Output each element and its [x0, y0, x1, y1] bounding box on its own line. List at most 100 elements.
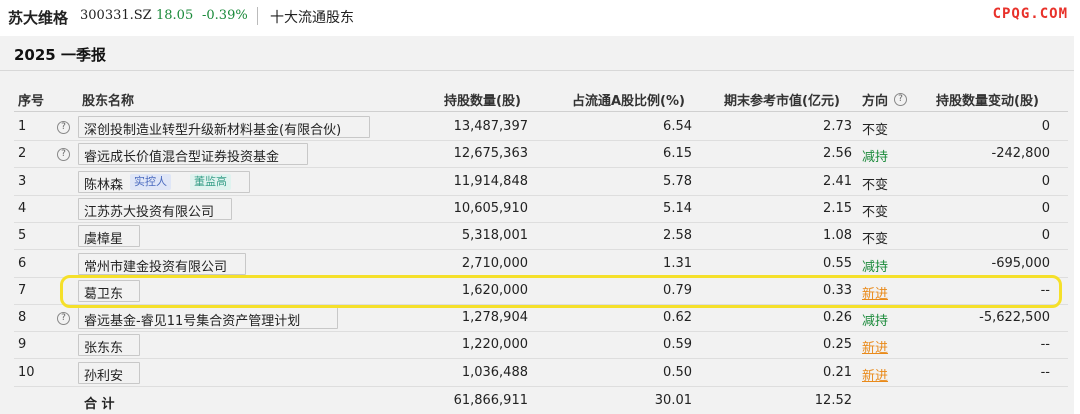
row-index: 9	[18, 337, 27, 352]
total-ratio: 30.01	[654, 393, 692, 408]
row-divider	[14, 249, 1068, 250]
shares-held: 13,487,397	[453, 119, 528, 134]
watermark-logo: CPQG.COM	[976, 3, 1074, 25]
shareholder-name[interactable]: 常州市建金投资有限公司	[84, 256, 227, 275]
total-value: 12.52	[814, 393, 852, 408]
share-change: -242,800	[991, 146, 1050, 161]
holding-direction: 不变	[862, 178, 889, 193]
market-value: 1.08	[823, 228, 852, 243]
market-value: 0.21	[823, 365, 852, 380]
stock-change: -0.39%	[202, 8, 248, 23]
header-divider-line	[14, 111, 1068, 112]
shares-held: 12,675,363	[453, 146, 528, 161]
shareholder-help-icon[interactable]: ?	[57, 148, 70, 161]
row-divider	[14, 140, 1068, 141]
shares-held: 2,710,000	[461, 256, 528, 271]
row-index: 1	[18, 119, 27, 134]
tag-actual-controller: 实控人	[130, 174, 171, 190]
stock-code: 300331.SZ	[80, 8, 152, 23]
market-value: 2.41	[823, 174, 852, 189]
float-ratio: 5.78	[663, 174, 692, 189]
float-ratio: 6.54	[663, 119, 692, 134]
shareholder-name[interactable]: 虞樟星	[84, 228, 123, 247]
holding-direction[interactable]: 新进	[862, 337, 888, 356]
row-index: 6	[18, 256, 27, 271]
market-value: 0.26	[823, 310, 852, 325]
shares-held: 1,278,904	[461, 310, 528, 325]
col-header-ratio[interactable]: 占流通A股比例(%)	[572, 90, 685, 109]
float-ratio: 2.58	[663, 228, 692, 243]
shareholder-name[interactable]: 陈林森	[84, 174, 123, 193]
holding-direction: 减持	[862, 150, 889, 165]
share-change: 0	[1041, 201, 1050, 216]
shares-held: 1,036,488	[461, 365, 528, 380]
shareholder-name[interactable]: 深创投制造业转型升级新材料基金(有限合伙)	[84, 119, 341, 138]
share-change: 0	[1041, 174, 1050, 189]
row-index: 4	[18, 201, 27, 216]
shares-held: 1,220,000	[461, 337, 528, 352]
share-change: --	[1040, 337, 1050, 352]
shares-held: 10,605,910	[453, 201, 528, 216]
float-ratio: 0.59	[663, 337, 692, 352]
watermark-text: CPQG.COM	[992, 6, 1068, 22]
panel-header	[0, 36, 1074, 71]
share-change: -695,000	[991, 256, 1050, 271]
market-value: 0.55	[823, 256, 852, 271]
holding-direction: 不变	[862, 205, 889, 220]
col-header-value[interactable]: 期末参考市值(亿元)	[724, 90, 840, 109]
shareholder-name[interactable]: 江苏苏大投资有限公司	[84, 201, 214, 220]
stock-name: 苏大维格	[8, 9, 69, 27]
holding-direction: 减持	[862, 260, 889, 275]
row-index: 7	[18, 283, 27, 298]
shareholder-name[interactable]: 孙利安	[84, 365, 123, 384]
row-divider	[14, 358, 1068, 359]
row-index: 2	[18, 146, 27, 161]
col-header-change[interactable]: 持股数量变动(股)	[936, 90, 1039, 109]
direction-help-icon[interactable]: ?	[894, 93, 907, 106]
shares-held: 11,914,848	[453, 174, 528, 189]
col-header-name: 股东名称	[82, 94, 135, 109]
shareholder-help-icon[interactable]: ?	[57, 121, 70, 134]
float-ratio: 0.62	[663, 310, 692, 325]
holding-direction: 不变	[862, 232, 889, 247]
share-change: 0	[1041, 119, 1050, 134]
col-header-index: 序号	[18, 94, 45, 109]
shareholder-help-icon[interactable]: ?	[57, 312, 70, 325]
shareholder-name[interactable]: 张东东	[84, 337, 123, 356]
share-change: 0	[1041, 228, 1050, 243]
shares-held: 5,318,001	[461, 228, 528, 243]
col-header-shares[interactable]: 持股数量(股)	[444, 90, 521, 109]
share-change: -5,622,500	[979, 310, 1050, 325]
share-change: --	[1040, 365, 1050, 380]
row-divider	[14, 222, 1068, 223]
report-period-title: 2025 一季报	[14, 46, 106, 64]
market-value: 2.15	[823, 201, 852, 216]
section-title[interactable]: 十大流通股东	[270, 7, 354, 27]
stock-price: 18.05	[156, 8, 194, 23]
row-divider	[14, 167, 1068, 168]
shareholder-name[interactable]: 睿远基金-睿见11号集合资产管理计划	[84, 310, 300, 329]
float-ratio: 0.50	[663, 365, 692, 380]
holding-direction: 不变	[862, 123, 889, 138]
row-index: 5	[18, 228, 27, 243]
float-ratio: 6.15	[663, 146, 692, 161]
total-label: 合 计	[84, 397, 115, 412]
float-ratio: 1.31	[663, 256, 692, 271]
header-divider	[257, 7, 258, 25]
row-highlight-box	[60, 275, 1062, 308]
tag-director: 董监高	[190, 174, 231, 190]
col-header-direction: 方向	[862, 94, 889, 109]
holding-direction: 减持	[862, 314, 889, 329]
row-index: 8	[18, 310, 27, 325]
row-divider	[14, 386, 1068, 387]
market-value: 2.73	[823, 119, 852, 134]
row-divider	[14, 195, 1068, 196]
market-value: 0.25	[823, 337, 852, 352]
market-value: 2.56	[823, 146, 852, 161]
row-divider	[14, 331, 1068, 332]
shareholder-name[interactable]: 睿远成长价值混合型证券投资基金	[84, 146, 279, 165]
row-index: 10	[18, 365, 35, 380]
holding-direction[interactable]: 新进	[862, 365, 888, 384]
float-ratio: 5.14	[663, 201, 692, 216]
total-shares: 61,866,911	[453, 393, 528, 408]
